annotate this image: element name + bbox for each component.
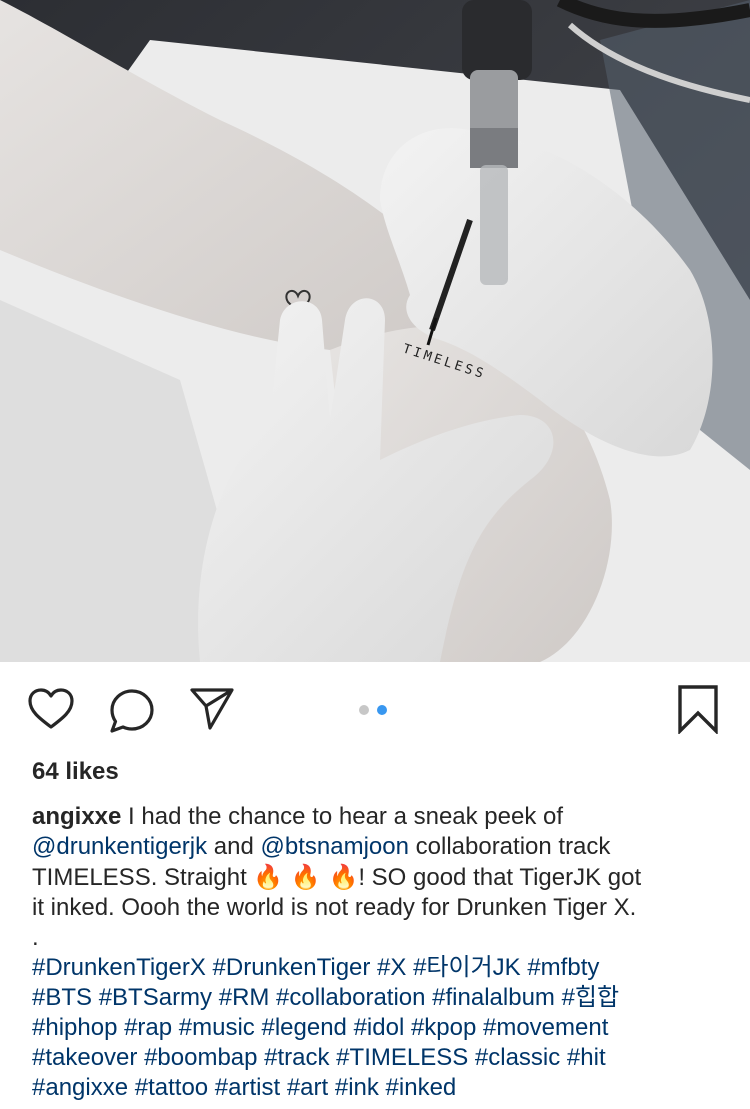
- hashtag-line[interactable]: #hiphop #rap #music #legend #idol #kpop …: [32, 1013, 732, 1043]
- hashtag-line[interactable]: #BTS #BTSarmy #RM #collaboration #finala…: [32, 983, 732, 1013]
- hashtag-line[interactable]: #DrunkenTigerX #DrunkenTiger #X #타이거JK #…: [32, 953, 732, 983]
- post-image[interactable]: TIMELESS: [0, 0, 750, 662]
- hashtag-block: #DrunkenTigerX #DrunkenTiger #X #타이거JK #…: [32, 953, 732, 1103]
- like-count[interactable]: 64 likes: [32, 758, 119, 786]
- carousel-dot-2-active[interactable]: [377, 705, 387, 715]
- caption-line-2: @drunkentigerjk and @btsnamjoon collabor…: [32, 832, 732, 862]
- mention-link[interactable]: @drunkentigerjk: [32, 833, 207, 860]
- bookmark-outline-icon[interactable]: [677, 684, 719, 734]
- hashtag-line[interactable]: #angixxe #tattoo #artist #art #ink #inke…: [32, 1073, 732, 1103]
- fire-emoji-icon: 🔥 🔥 🔥: [253, 863, 359, 891]
- comment-bubble-icon[interactable]: [108, 687, 156, 735]
- caption-text: and: [207, 833, 261, 860]
- paper-plane-icon[interactable]: [188, 686, 236, 732]
- carousel-dot-1[interactable]: [359, 705, 369, 715]
- caption-text: I had the chance to hear a sneak peek of: [121, 803, 564, 830]
- mention-link[interactable]: @btsnamjoon: [261, 833, 409, 860]
- caption-line-1: angixxe I had the chance to hear a sneak…: [32, 802, 732, 832]
- caption-dot-line: .: [32, 924, 39, 951]
- tattoo-photo-illustration: TIMELESS: [0, 0, 750, 662]
- caption-username[interactable]: angixxe: [32, 803, 121, 830]
- hashtag-line[interactable]: #takeover #boombap #track #TIMELESS #cla…: [32, 1043, 732, 1073]
- caption-text: ! SO good that TigerJK got: [358, 864, 642, 891]
- caption-line-4: it inked. Oooh the world is not ready fo…: [32, 893, 732, 923]
- post-caption: angixxe I had the chance to hear a sneak…: [32, 802, 732, 1103]
- caption-text: it inked. Oooh the world is not ready fo…: [32, 894, 637, 921]
- heart-outline-icon[interactable]: [27, 687, 75, 731]
- caption-line-3: TIMELESS. Straight 🔥 🔥 🔥! SO good that T…: [32, 862, 732, 893]
- carousel-indicator: [359, 705, 387, 715]
- caption-text: TIMELESS. Straight: [32, 864, 254, 891]
- caption-text: collaboration track: [408, 833, 611, 860]
